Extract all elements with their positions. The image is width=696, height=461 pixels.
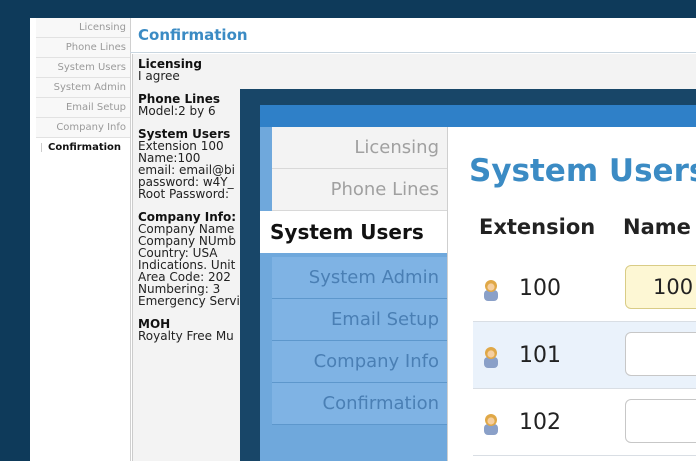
title-divider xyxy=(130,52,696,53)
summary-line: Model:2 by 6 xyxy=(138,104,216,118)
back-nav-phone-lines[interactable]: Phone Lines xyxy=(36,38,130,58)
column-header-extension: Extension xyxy=(479,215,596,239)
table-row: 101 xyxy=(473,322,696,389)
back-nav-system-admin[interactable]: System Admin xyxy=(36,78,130,98)
front-sidebar-nav: Licensing Phone Lines System Users Syste… xyxy=(260,127,447,461)
system-users-main: System Users Extension Name 100 100 101 xyxy=(447,127,696,461)
extension-value: 100 xyxy=(519,276,561,301)
name-field[interactable] xyxy=(625,332,696,376)
summary-line: Emergency Servi xyxy=(138,294,240,308)
front-nav-system-users[interactable]: System Users xyxy=(260,211,447,253)
page-title: System Users xyxy=(469,153,696,189)
user-icon xyxy=(484,414,498,435)
user-icon xyxy=(484,280,498,301)
back-nav-company-info[interactable]: Company Info xyxy=(36,118,130,138)
summary-line: I agree xyxy=(138,69,180,83)
summary-content: Licensing I agree Phone Lines Model:2 by… xyxy=(138,58,240,353)
front-nav-system-admin[interactable]: System Admin xyxy=(272,257,447,299)
summary-system-users: System Users Extension 100 Name:100 emai… xyxy=(138,128,240,200)
summary-moh: MOH Royalty Free Mu xyxy=(138,318,240,342)
extension-value: 101 xyxy=(519,343,561,368)
front-nav-company-info[interactable]: Company Info xyxy=(272,341,447,383)
back-nav-email-setup[interactable]: Email Setup xyxy=(36,98,130,118)
window-titlebar xyxy=(260,105,696,127)
back-nav-system-users[interactable]: System Users xyxy=(36,58,130,78)
summary-licensing: Licensing I agree xyxy=(138,58,240,82)
name-field[interactable]: 100 xyxy=(625,265,696,309)
front-nav-phone-lines[interactable]: Phone Lines xyxy=(272,169,447,211)
extension-value: 102 xyxy=(519,410,561,435)
system-users-window: Licensing Phone Lines System Users Syste… xyxy=(240,89,696,461)
back-sidebar-nav: Licensing Phone Lines System Users Syste… xyxy=(36,18,131,461)
summary-line: Royalty Free Mu xyxy=(138,329,234,343)
window-edge xyxy=(12,18,30,461)
back-nav-licensing[interactable]: Licensing xyxy=(36,18,130,38)
page-title: Confirmation xyxy=(138,26,248,44)
user-icon xyxy=(484,347,498,368)
front-nav-email-setup[interactable]: Email Setup xyxy=(272,299,447,341)
table-row: 102 xyxy=(473,389,696,456)
column-header-name: Name xyxy=(623,215,691,239)
summary-phone-lines: Phone Lines Model:2 by 6 xyxy=(138,93,240,117)
summary-company-info: Company Info: Company Name Company NUmb … xyxy=(138,211,240,307)
name-field[interactable] xyxy=(625,399,696,443)
back-nav-confirmation[interactable]: Confirmation xyxy=(36,138,130,157)
front-nav-confirmation[interactable]: Confirmation xyxy=(272,383,447,425)
front-nav-licensing[interactable]: Licensing xyxy=(272,127,447,169)
summary-line: Root Password: xyxy=(138,187,230,201)
table-row: 100 100 xyxy=(473,255,696,322)
